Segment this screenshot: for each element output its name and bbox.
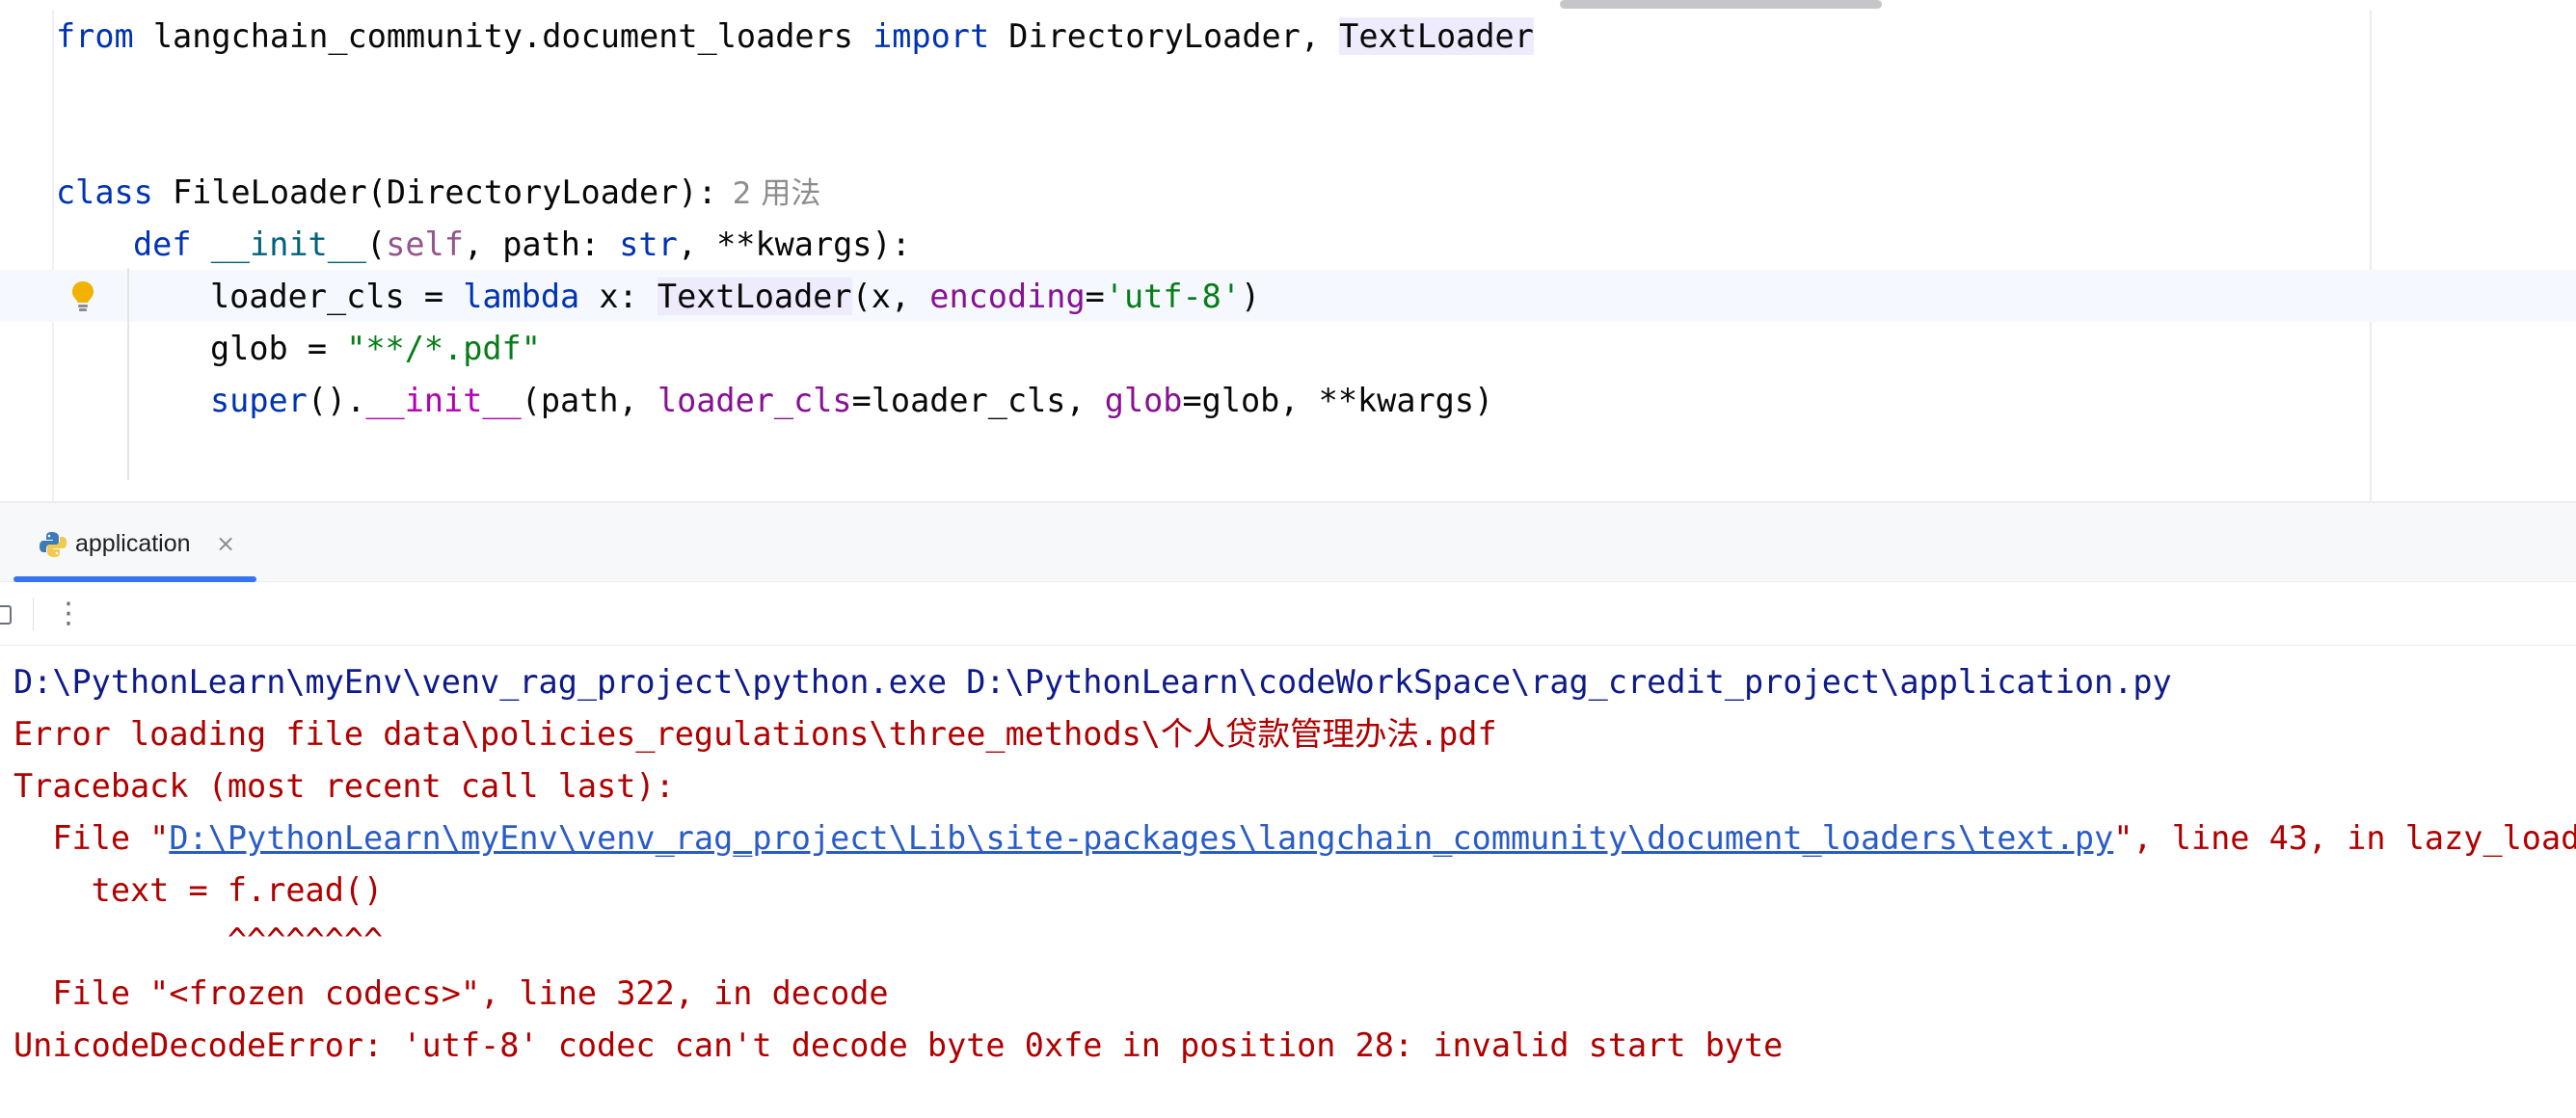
keyword-class: class bbox=[56, 173, 153, 211]
class-declaration: FileLoader(DirectoryLoader): bbox=[152, 173, 717, 211]
usage-inlay-hint[interactable]: 2 用法 bbox=[733, 176, 821, 211]
paren-open: ( bbox=[366, 226, 387, 263]
stop-icon[interactable] bbox=[0, 605, 12, 625]
super-builtin: super bbox=[210, 382, 308, 419]
encoding-kwarg: encoding bbox=[929, 278, 1086, 315]
super-args-path: (path, bbox=[521, 382, 657, 419]
init-method-name: __init__ bbox=[210, 226, 367, 263]
code-editor[interactable]: from langchain_community.document_loader… bbox=[0, 0, 2576, 501]
console-traceback-header: Traceback (most recent call last): bbox=[13, 767, 675, 805]
console-command-line: D:\PythonLearn\myEnv\venv_rag_project\py… bbox=[13, 663, 2172, 701]
loader-cls-value: =loader_cls, bbox=[851, 382, 1105, 419]
glob-assign: glob = bbox=[210, 330, 347, 367]
type-str: str bbox=[619, 226, 678, 263]
call-args: (x, bbox=[851, 278, 930, 315]
keyword-def: def bbox=[133, 226, 192, 263]
file-path-link[interactable]: D:\PythonLearn\myEnv\venv_rag_project\Li… bbox=[169, 819, 2113, 857]
paren-close: ) bbox=[1241, 278, 1261, 315]
equals-sign: = bbox=[1085, 278, 1105, 315]
gutter-divider bbox=[52, 10, 54, 501]
keyword-import: import bbox=[872, 17, 990, 55]
more-options-icon[interactable]: ⋮ bbox=[54, 590, 83, 638]
glob-kwarg: glob bbox=[1104, 382, 1183, 419]
loader-cls-kwarg: loader_cls bbox=[657, 382, 852, 419]
code-line-8[interactable]: super().__init__(path, loader_cls=loader… bbox=[210, 375, 1493, 427]
run-tab-bar: application × bbox=[0, 503, 2576, 582]
python-icon bbox=[40, 532, 67, 557]
console-traceback-file-1: File "D:\PythonLearn\myEnv\venv_rag_proj… bbox=[13, 812, 2576, 865]
keyword-lambda: lambda bbox=[463, 278, 580, 315]
console-traceback-file-2: File "<frozen codecs>", line 322, in dec… bbox=[13, 974, 889, 1012]
horizontal-scrollbar[interactable] bbox=[1560, 0, 1882, 9]
code-line-1[interactable]: from langchain_community.document_loader… bbox=[56, 11, 1534, 63]
console-exception-message: UnicodeDecodeError: 'utf-8' codec can't … bbox=[13, 1026, 1784, 1064]
close-icon[interactable]: × bbox=[216, 524, 235, 563]
indent-guide bbox=[127, 268, 129, 480]
right-margin-guide bbox=[2370, 10, 2372, 501]
textloader-usage-highlight: TextLoader bbox=[657, 278, 852, 315]
lambda-param: x: bbox=[579, 278, 657, 315]
textloader-import-highlight: TextLoader bbox=[1339, 17, 1534, 55]
console-error-loading: Error loading file data\policies_regulat… bbox=[13, 715, 1497, 753]
import-names: DirectoryLoader, bbox=[989, 17, 1340, 55]
params-kwargs: , **kwargs): bbox=[677, 226, 911, 263]
code-line-4[interactable]: class FileLoader(DirectoryLoader): 2 用法 bbox=[56, 167, 820, 219]
glob-value-kwargs: =glob, **kwargs) bbox=[1182, 382, 1494, 419]
tab-application-label: application bbox=[75, 530, 191, 557]
loader-cls-assign: loader_cls = bbox=[210, 278, 464, 315]
module-path: langchain_community.document_loaders bbox=[133, 17, 873, 55]
run-tool-window: application × ⋮ D:\PythonLearn\myEnv\ven… bbox=[0, 501, 2576, 1118]
tab-application[interactable]: application × bbox=[13, 503, 256, 582]
super-call-paren: (). bbox=[307, 382, 366, 419]
lightbulb-icon[interactable] bbox=[69, 280, 96, 314]
params-path: , path: bbox=[463, 226, 620, 263]
super-init-name: __init__ bbox=[365, 382, 522, 419]
toolbar-separator bbox=[33, 598, 34, 630]
code-line-5[interactable]: def __init__(self, path: str, **kwargs): bbox=[133, 219, 911, 271]
console-traceback-carets: ^^^^^^^^ bbox=[13, 921, 384, 959]
self-param: self bbox=[386, 226, 464, 263]
file1-prefix: File " bbox=[13, 819, 170, 857]
code-line-7[interactable]: glob = "**/*.pdf" bbox=[210, 323, 541, 375]
utf8-string: 'utf-8' bbox=[1104, 278, 1241, 315]
glob-pattern-string: "**/*.pdf" bbox=[346, 330, 541, 367]
console-traceback-code: text = f.read() bbox=[13, 871, 384, 909]
keyword-from: from bbox=[56, 17, 134, 55]
run-toolbar: ⋮ bbox=[0, 582, 2576, 646]
file1-suffix: ", line 43, in lazy_load bbox=[2113, 819, 2576, 857]
code-line-6[interactable]: loader_cls = lambda x: TextLoader(x, enc… bbox=[210, 271, 1260, 323]
